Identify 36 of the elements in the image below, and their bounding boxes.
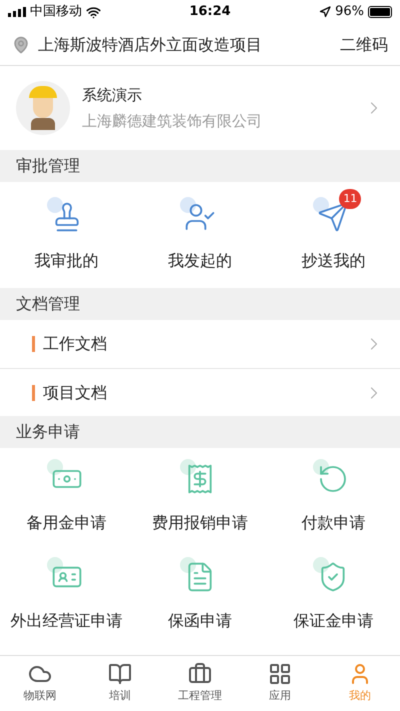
location-pin-icon [12, 36, 30, 54]
book-icon [108, 662, 132, 686]
tab[interactable]: 工程管理 [160, 656, 240, 711]
list-label: 项目文档 [43, 382, 108, 404]
user-name: 系统演示 [82, 84, 143, 106]
battery-icon [368, 6, 392, 18]
grid-item[interactable]: 保证金申请 [266, 546, 400, 644]
tab[interactable]: 物联网 [0, 656, 80, 711]
clock-time: 16:24 [188, 3, 232, 22]
company-name: 上海麟德建筑装饰有限公司 [82, 111, 263, 132]
grid-item[interactable]: 费用报销申请 [133, 448, 267, 546]
grid-item[interactable]: 我发起的 [133, 182, 267, 288]
location-icon [319, 6, 332, 18]
count-badge: 11 [339, 189, 362, 209]
wifi-icon [86, 4, 101, 20]
grid-item[interactable]: 11 抄送我的 [266, 182, 400, 288]
grid-item[interactable]: 外出经营证申请 [0, 546, 134, 644]
signal-icon [8, 7, 26, 17]
tab[interactable]: 应用 [240, 656, 320, 711]
tab[interactable]: 培训 [80, 656, 160, 711]
accent-bar [32, 384, 35, 400]
list-item[interactable]: 工作文档 [0, 320, 400, 368]
section-header: 业务申请 [0, 416, 400, 448]
grid-icon [268, 662, 292, 686]
grid-item[interactable]: 我审批的 [0, 182, 134, 288]
grid-item[interactable]: 备用金申请 [0, 448, 134, 546]
grid-item[interactable]: 付款申请 [266, 448, 400, 546]
qr-code-button[interactable]: 二维码 [340, 32, 388, 56]
grid-item[interactable]: 保函申请 [133, 546, 267, 644]
battery-percent: 96% [335, 3, 364, 22]
section-header: 审批管理 [0, 150, 400, 182]
list-label: 工作文档 [43, 333, 108, 355]
project-name[interactable]: 上海斯波特酒店外立面改造项目 [38, 32, 340, 56]
accent-bar [32, 336, 35, 352]
carrier-name: 中国移动 [30, 3, 82, 22]
section-header: 文档管理 [0, 288, 400, 320]
